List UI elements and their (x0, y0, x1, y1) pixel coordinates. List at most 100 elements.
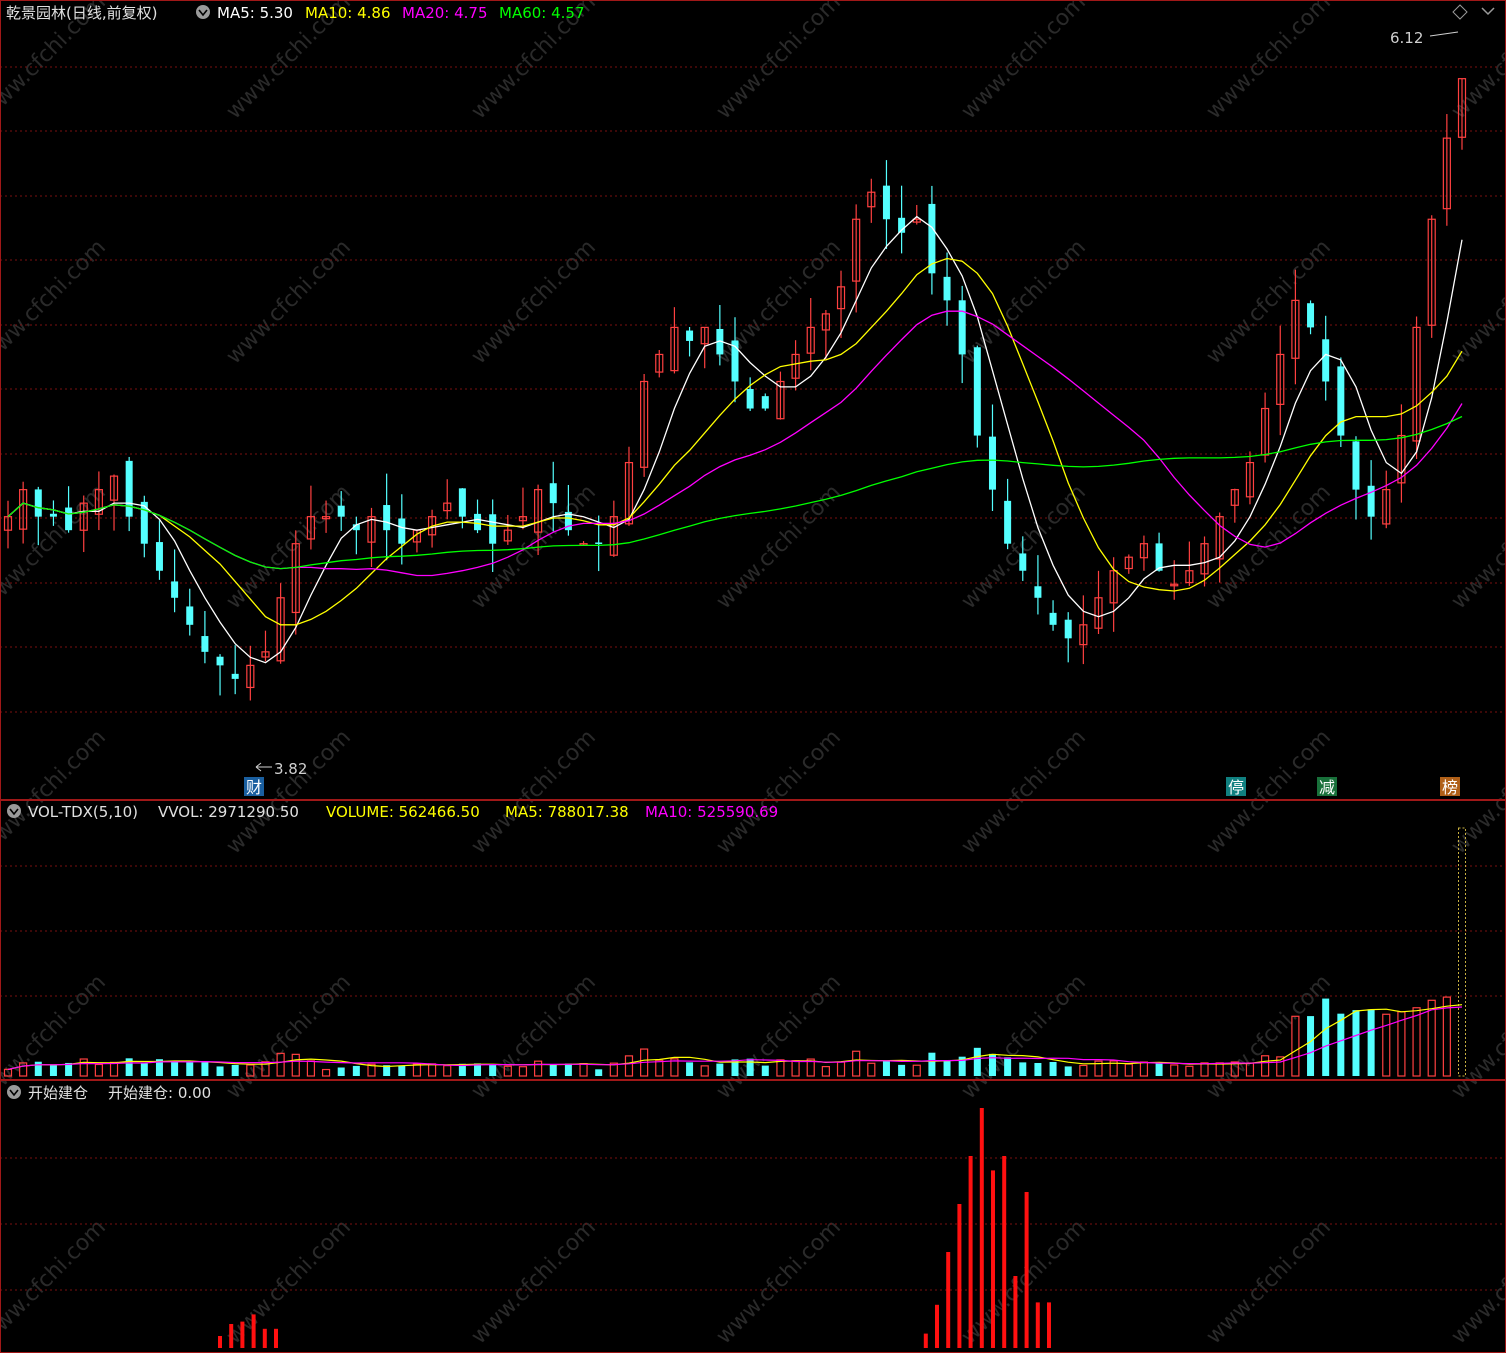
signal-bar (218, 1336, 222, 1348)
volume-bar-up (624, 1055, 634, 1077)
watermark-text: www.cfchi.com (957, 1215, 1091, 1349)
volume-bars (3, 827, 1466, 1077)
signal-bar (1024, 1192, 1029, 1348)
signal-bar (946, 1252, 951, 1348)
watermark-text: www.cfchi.com (1447, 0, 1506, 124)
candle-down (65, 507, 73, 531)
volume-bar-down (928, 1052, 936, 1076)
signal-bar (1047, 1302, 1051, 1348)
volume-bar-up (1442, 996, 1451, 1077)
candle-down (595, 542, 603, 544)
watermark-text: www.cfchi.com (0, 235, 111, 369)
volume-bar-down (1064, 1066, 1072, 1076)
candle-down (1049, 612, 1057, 625)
volume-bar-down (564, 1063, 572, 1076)
chevron-down-icon[interactable] (1481, 7, 1495, 16)
volume-bar-up (655, 1059, 664, 1077)
volume-bar-down (489, 1064, 497, 1076)
volume-ma5-legend: MA5: 788017.38 (505, 803, 629, 821)
watermark-text: www.cfchi.com (957, 970, 1091, 1104)
volume-bar-down (898, 1064, 906, 1076)
volume-bar-up (1200, 1062, 1209, 1077)
stock-chart[interactable]: www.cfchi.com www.cfchi.com www.cfchi.com w… (0, 0, 1506, 1353)
watermark-text: www.cfchi.com (1447, 1215, 1506, 1349)
volume-bar-up (1185, 1065, 1194, 1077)
volume-bar-down (943, 1060, 951, 1076)
volume-bar-down (34, 1061, 42, 1076)
watermark-text: www.cfchi.com (467, 725, 601, 859)
volume-bar-down (1004, 1057, 1012, 1076)
watermark-text: www.cfchi.com (712, 1215, 846, 1349)
grid-lines (0, 66, 1506, 1291)
watermark-text: www.cfchi.com (712, 725, 846, 859)
watermark-text: www.cfchi.com (1447, 235, 1506, 369)
watermark-text: www.cfchi.com (712, 970, 846, 1104)
volume-bar-down (186, 1062, 194, 1076)
candle-down (1307, 303, 1315, 328)
volume-dropdown-icon[interactable] (7, 804, 21, 818)
signal-bar (274, 1328, 278, 1348)
volume-bar-up (1124, 1063, 1133, 1077)
volume-bar-down (398, 1065, 406, 1076)
high-price-arrow (1429, 31, 1459, 37)
diamond-icon[interactable] (1452, 4, 1468, 20)
candle-down (686, 330, 694, 341)
volume-title: VOL-TDX(5,10) (28, 803, 138, 821)
signal-bar (1035, 1302, 1040, 1348)
volume-bar-up (791, 1060, 800, 1077)
signal-bar (979, 1108, 984, 1348)
watermark-text: www.cfchi.com (1447, 970, 1506, 1104)
signal-bar (923, 1333, 928, 1348)
panel-borders (0, 0, 1506, 1353)
candle-down (125, 460, 133, 517)
watermark-layer: www.cfchi.com www.cfchi.com www.cfchi.com w… (0, 0, 1506, 1349)
volume-bar-down (549, 1064, 557, 1076)
signal-title: 开始建仓 (28, 1084, 88, 1102)
volume-bar-up (443, 1065, 452, 1077)
event-tag-ranking-label: 榜 (1442, 778, 1458, 797)
volume-bar-up (700, 1065, 709, 1077)
candle-down (337, 505, 345, 517)
candle-down (761, 396, 769, 409)
volume-bar-up (821, 1066, 830, 1077)
watermark-text: www.cfchi.com (957, 0, 1091, 124)
candle-down (231, 673, 239, 679)
candle-down (383, 505, 391, 531)
high-price-label: 6.12 (1390, 29, 1423, 47)
low-price-arrow (255, 762, 272, 772)
volume-bar-up (306, 1060, 316, 1077)
volume-bar-down (201, 1062, 209, 1076)
watermark-text: www.cfchi.com (1202, 725, 1336, 859)
volume-bar-up (867, 1062, 876, 1077)
dropdown-icon[interactable] (196, 5, 210, 19)
signal-bar (229, 1324, 234, 1348)
watermark-text: www.cfchi.com (1202, 1215, 1336, 1349)
watermark-text: www.cfchi.com (1202, 0, 1336, 124)
volume-bar-up (321, 1068, 331, 1077)
signal-bar (240, 1321, 245, 1348)
candle-down (1034, 586, 1042, 598)
volume-bar-up (109, 1061, 119, 1077)
candle-down (474, 513, 482, 531)
volume-bar-down (716, 1063, 724, 1076)
volume-bar-down (1322, 998, 1330, 1076)
signal-bar (251, 1314, 256, 1348)
watermark-text: www.cfchi.com (0, 725, 111, 859)
volume-bar-up (518, 1066, 528, 1077)
volume-bar-down (1352, 1010, 1360, 1076)
watermark-text: www.cfchi.com (467, 235, 601, 369)
event-tag-halt-label: 停 (1228, 778, 1244, 797)
candle-down (216, 656, 224, 666)
volume-bar-down (1019, 1062, 1027, 1076)
candle-down (1352, 441, 1360, 490)
signal-legend: 开始建仓: 0.00 (108, 1084, 211, 1102)
watermark-text: www.cfchi.com (712, 480, 846, 614)
signal-bar (968, 1156, 973, 1348)
signal-dropdown-icon[interactable] (7, 1085, 21, 1099)
vvol-legend: VVOL: 2971290.50 (158, 803, 299, 821)
stock-title: 乾景园林(日线,前复权) (6, 4, 157, 22)
volume-bar-down (231, 1064, 239, 1076)
low-price-label: 3.82 (274, 760, 307, 778)
volume-bar-down (1049, 1061, 1057, 1076)
ma5-legend: MA5: 5.30 (217, 4, 293, 22)
